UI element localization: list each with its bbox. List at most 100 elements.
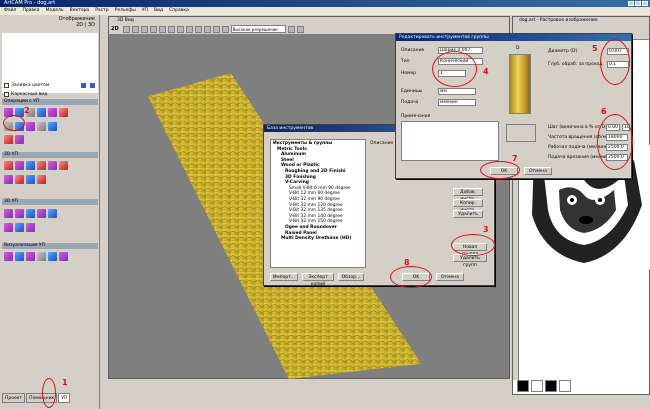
wireframe-toolpath-icon[interactable] xyxy=(26,223,35,232)
simulate-icon[interactable] xyxy=(26,122,35,131)
menu-model[interactable]: Модель xyxy=(46,7,64,15)
sim-color-icon[interactable] xyxy=(37,252,46,261)
left-panel: Отображение 2D | 3D Заливка цветом Карка… xyxy=(0,15,100,409)
left-view-icon[interactable] xyxy=(185,25,193,33)
arrow-down-icon[interactable] xyxy=(89,82,96,89)
top-view-icon[interactable] xyxy=(167,25,175,33)
sim-speed-icon[interactable] xyxy=(48,252,57,261)
delete-toolpath-icon[interactable] xyxy=(59,108,68,117)
view-2d-tab[interactable]: 2D xyxy=(111,26,121,32)
transform-icon[interactable] xyxy=(4,135,13,144)
menu-vectors[interactable]: Вектора xyxy=(70,7,90,15)
zoom-out-icon[interactable] xyxy=(131,25,139,33)
vbit-icon[interactable] xyxy=(48,161,57,170)
add-tool-button[interactable]: Добав. инстр. xyxy=(453,188,483,202)
section-2d[interactable]: 2D УП xyxy=(2,152,98,158)
drill-2d-icon[interactable] xyxy=(26,161,35,170)
area-clear-icon[interactable] xyxy=(37,108,46,117)
wireframe-checkbox[interactable]: Каркасный вид xyxy=(4,92,47,97)
tab-toolpaths[interactable]: УП xyxy=(58,393,71,403)
menu-toolpaths[interactable]: УП xyxy=(142,7,148,15)
menu-edit[interactable]: Правка xyxy=(22,7,39,15)
close-button[interactable] xyxy=(642,1,648,6)
zoom-in-icon[interactable] xyxy=(122,25,130,33)
light-icon[interactable] xyxy=(194,25,202,33)
color-swatch-white[interactable] xyxy=(531,380,543,392)
fluting-icon[interactable] xyxy=(26,175,35,184)
emboss-icon[interactable] xyxy=(4,223,13,232)
settings-icon[interactable] xyxy=(296,25,304,33)
annotation-number-7: 7 xyxy=(512,154,518,163)
app-title: ArtCAM Pro - dog.art xyxy=(4,0,56,6)
section-toolpath-ops[interactable]: Операции с УП xyxy=(2,99,98,105)
section-visualization[interactable]: Визуализация УП xyxy=(2,243,98,249)
rotate-icon[interactable] xyxy=(149,25,157,33)
fill-color-checkbox[interactable]: Заливка цветом xyxy=(4,83,49,88)
browse-button[interactable]: Обзор... xyxy=(338,273,364,281)
tool-tree-item[interactable]: Multi Density Urethane (HD) xyxy=(273,236,363,242)
number-label: Номер xyxy=(401,71,417,76)
merge-icon[interactable] xyxy=(48,122,57,131)
menu-view[interactable]: Вид xyxy=(154,7,163,15)
tab-project[interactable]: Проект xyxy=(2,393,26,403)
calc-icon[interactable] xyxy=(15,135,24,144)
menu-file[interactable]: Файл xyxy=(4,7,16,15)
render-icon[interactable] xyxy=(287,25,295,33)
simulate-block-icon[interactable] xyxy=(4,252,13,261)
minimize-button[interactable] xyxy=(628,1,634,6)
notes-textarea[interactable] xyxy=(401,121,499,161)
tool-shape-preview xyxy=(506,124,536,142)
save-toolpath-icon[interactable] xyxy=(37,122,46,131)
menu-help[interactable]: Справка xyxy=(169,7,189,15)
bitmap-toolpath-icon[interactable] xyxy=(15,223,24,232)
feature-icon[interactable] xyxy=(37,175,46,184)
menu-reliefs[interactable]: Рельефы xyxy=(115,7,136,15)
annotation-circle-3 xyxy=(451,234,495,256)
import-button[interactable]: Импорт... xyxy=(270,273,298,281)
reset-sim-icon[interactable] xyxy=(26,252,35,261)
units-select[interactable]: мм xyxy=(438,88,476,95)
edit-group-title: Редактировать инструментов группы xyxy=(396,34,631,41)
menu-bitmap[interactable]: Растр xyxy=(95,7,108,15)
color-swatch-primary[interactable] xyxy=(545,380,557,392)
vector-toggle-icon[interactable] xyxy=(221,25,229,33)
color-swatch-secondary[interactable] xyxy=(559,380,571,392)
arrow-up-icon[interactable] xyxy=(80,82,87,89)
tool-tree[interactable]: Инструменты & группы Metric Tools Aluminum… xyxy=(270,139,366,268)
color-palette xyxy=(517,380,647,394)
annotation-circle-5 xyxy=(600,39,630,85)
edit-group-cancel-button[interactable]: Отмена xyxy=(524,167,552,175)
delete-tool-button[interactable]: Удалить xyxy=(453,210,483,218)
maximize-button[interactable] xyxy=(635,1,641,6)
relief-toggle-icon[interactable] xyxy=(212,25,220,33)
rest-machining-icon[interactable] xyxy=(26,209,35,218)
texture-icon[interactable] xyxy=(15,175,24,184)
edit-toolpath-icon[interactable] xyxy=(48,108,57,117)
pocket-2d-icon[interactable] xyxy=(15,161,24,170)
display-header: Отображение 2D | 3D xyxy=(2,16,98,32)
app-title-bar: ArtCAM Pro - dog.art xyxy=(0,0,650,7)
export-button[interactable]: Экспорт копий xyxy=(302,273,334,287)
material-color-icon[interactable] xyxy=(203,25,211,33)
z-level-icon[interactable] xyxy=(15,209,24,218)
feed-select[interactable]: мм/мин xyxy=(438,99,476,106)
profile-2d-icon[interactable] xyxy=(4,161,13,170)
engrave-icon[interactable] xyxy=(4,175,13,184)
type-label: Тип xyxy=(401,59,410,64)
quality-select[interactable]: Высокое разрешение xyxy=(230,25,286,33)
pencil-icon[interactable] xyxy=(37,209,46,218)
section-3d[interactable]: 3D УП xyxy=(2,199,98,205)
tool-db-cancel-button[interactable]: Отмена xyxy=(436,273,464,281)
machine-relief-icon[interactable] xyxy=(4,209,13,218)
simulate-region-icon[interactable] xyxy=(15,252,24,261)
front-view-icon[interactable] xyxy=(176,25,184,33)
display-mode-toggle[interactable]: 2D | 3D xyxy=(2,22,95,28)
iso-view-icon[interactable] xyxy=(158,25,166,33)
inlay-icon[interactable] xyxy=(37,161,46,170)
color-swatch-black[interactable] xyxy=(517,380,529,392)
cutout-icon[interactable] xyxy=(48,209,57,218)
bevel-icon[interactable] xyxy=(59,161,68,170)
pan-icon[interactable] xyxy=(140,25,148,33)
sim-render-icon[interactable] xyxy=(59,252,68,261)
copy-tool-button[interactable]: Копир. инстр. xyxy=(453,199,483,213)
